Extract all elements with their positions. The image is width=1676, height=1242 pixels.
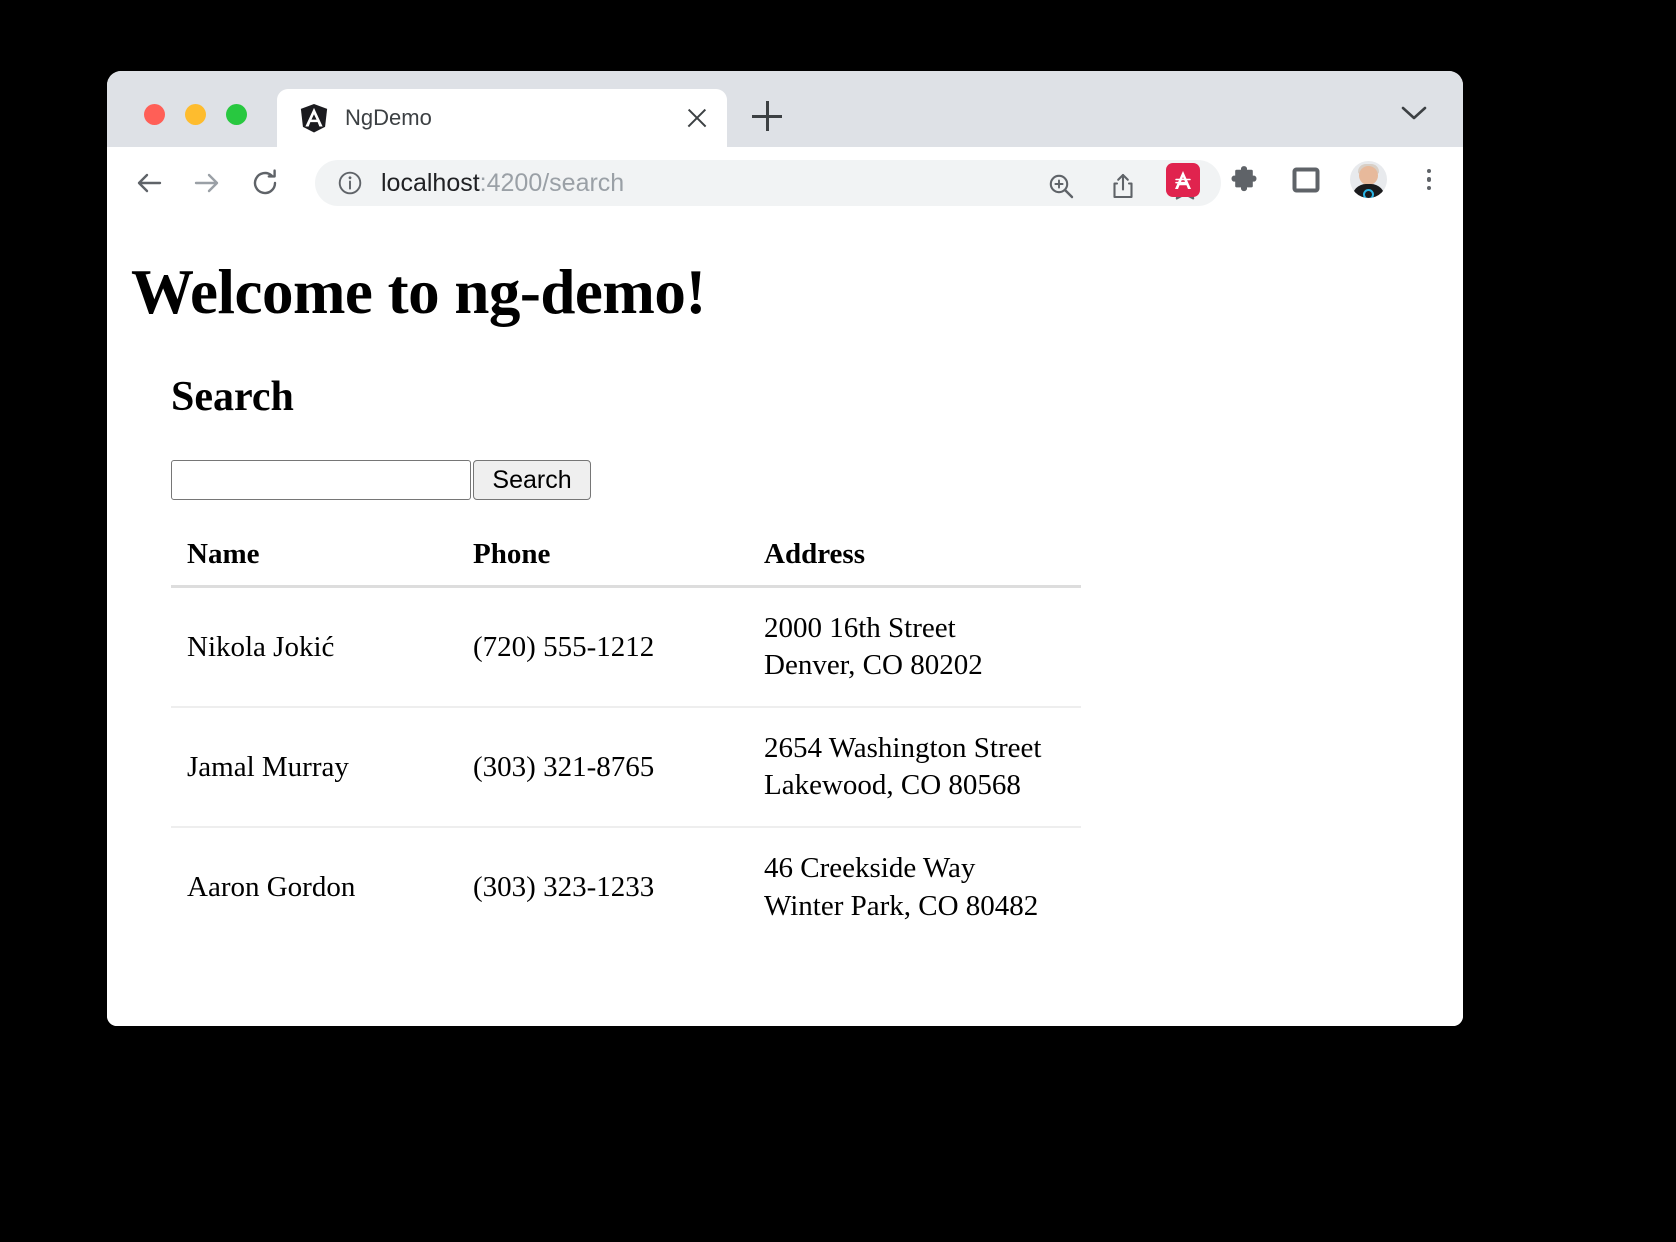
cell-phone: (303) 321-8765 xyxy=(457,707,748,829)
minimize-window-button[interactable] xyxy=(185,104,206,125)
address-bar-path: :4200/search xyxy=(479,168,625,197)
cell-phone: (303) 323-1233 xyxy=(473,871,655,904)
search-form: Search xyxy=(171,460,1447,500)
angular-devtools-icon[interactable] xyxy=(1166,162,1200,197)
tab-strip: NgDemo xyxy=(107,71,1463,147)
extension-icons xyxy=(1166,161,1445,198)
address-line-2: Winter Park, CO 80482 xyxy=(764,889,1039,922)
browser-toolbar: localhost:4200/search xyxy=(107,147,1463,219)
column-header-name: Name xyxy=(171,532,457,588)
cell-address: 2654 Washington Street Lakewood, CO 8056… xyxy=(748,707,1082,829)
app-root: Welcome to ng-demo! Search Search Name P… xyxy=(107,219,1463,963)
column-header-address: Address xyxy=(748,532,1082,588)
zoom-in-icon[interactable] xyxy=(1043,168,1079,204)
avatar-badge xyxy=(1363,189,1374,198)
chrome-menu-icon[interactable] xyxy=(1413,162,1445,198)
window-controls xyxy=(144,104,247,125)
search-input[interactable] xyxy=(171,460,471,500)
address-bar[interactable]: localhost:4200/search xyxy=(315,160,1221,206)
cell-name: Aaron Gordon xyxy=(187,871,356,904)
forward-button[interactable] xyxy=(187,163,227,203)
new-tab-button[interactable] xyxy=(752,101,782,131)
share-icon[interactable] xyxy=(1105,168,1141,204)
results-table-head: Name Phone Address xyxy=(171,532,1082,588)
column-header-phone: Phone xyxy=(457,532,748,588)
cell-name: Nikola Jokić xyxy=(171,586,457,709)
results-table-body: Nikola Jokić (720) 555-1212 2000 16th St… xyxy=(171,586,1082,947)
table-header-row: Name Phone Address xyxy=(171,532,1082,588)
close-tab-icon[interactable] xyxy=(683,104,711,132)
section-title: Search xyxy=(171,374,294,420)
avatar[interactable] xyxy=(1350,161,1387,198)
avatar-face xyxy=(1359,166,1378,185)
address-line-1: 46 Creekside Way xyxy=(764,852,976,885)
info-circle-icon[interactable] xyxy=(337,170,363,196)
page-title: Welcome to ng-demo! xyxy=(131,257,706,327)
address-bar-host: localhost xyxy=(381,168,480,197)
reload-button[interactable] xyxy=(245,163,285,203)
cell-address: 2000 16th Street Denver, CO 80202 xyxy=(748,586,1082,709)
search-button[interactable]: Search xyxy=(473,460,591,500)
angular-logo-icon xyxy=(300,103,328,133)
back-button[interactable] xyxy=(129,163,169,203)
close-window-button[interactable] xyxy=(144,104,165,125)
address-line-1: 2654 Washington Street xyxy=(764,732,1042,765)
puzzle-piece-icon[interactable] xyxy=(1226,162,1262,198)
address-bar-url: localhost:4200/search xyxy=(381,169,624,198)
page-viewport: Welcome to ng-demo! Search Search Name P… xyxy=(107,219,1463,1026)
address-line-1: 2000 16th Street xyxy=(764,612,956,644)
results-table: Name Phone Address Nikola Jokić (720) 55… xyxy=(171,532,1082,947)
table-row[interactable]: Jamal Murray (303) 321-8765 2654 Washing… xyxy=(171,707,1082,829)
browser-tab[interactable]: NgDemo xyxy=(277,89,727,147)
address-line-2: Denver, CO 80202 xyxy=(764,649,983,682)
cell-phone: (720) 555-1212 xyxy=(457,586,748,709)
tab-title: NgDemo xyxy=(345,105,432,130)
cell-address: 46 Creekside Way Winter Park, CO 80482 xyxy=(748,827,1081,946)
table-row[interactable]: Nikola Jokić (720) 555-1212 2000 16th St… xyxy=(171,586,1082,709)
browser-window: NgDemo localhost:4200/search Welcome to … xyxy=(107,71,1463,1026)
table-row[interactable]: Aaron Gordon (303) 323-1233 46 Creekside… xyxy=(171,827,1081,946)
cell-name: Jamal Murray xyxy=(171,707,457,829)
chevron-down-icon[interactable] xyxy=(1401,105,1427,121)
maximize-window-button[interactable] xyxy=(226,104,247,125)
side-panel-icon[interactable] xyxy=(1288,162,1324,198)
address-line-2: Lakewood, CO 80568 xyxy=(764,769,1021,802)
